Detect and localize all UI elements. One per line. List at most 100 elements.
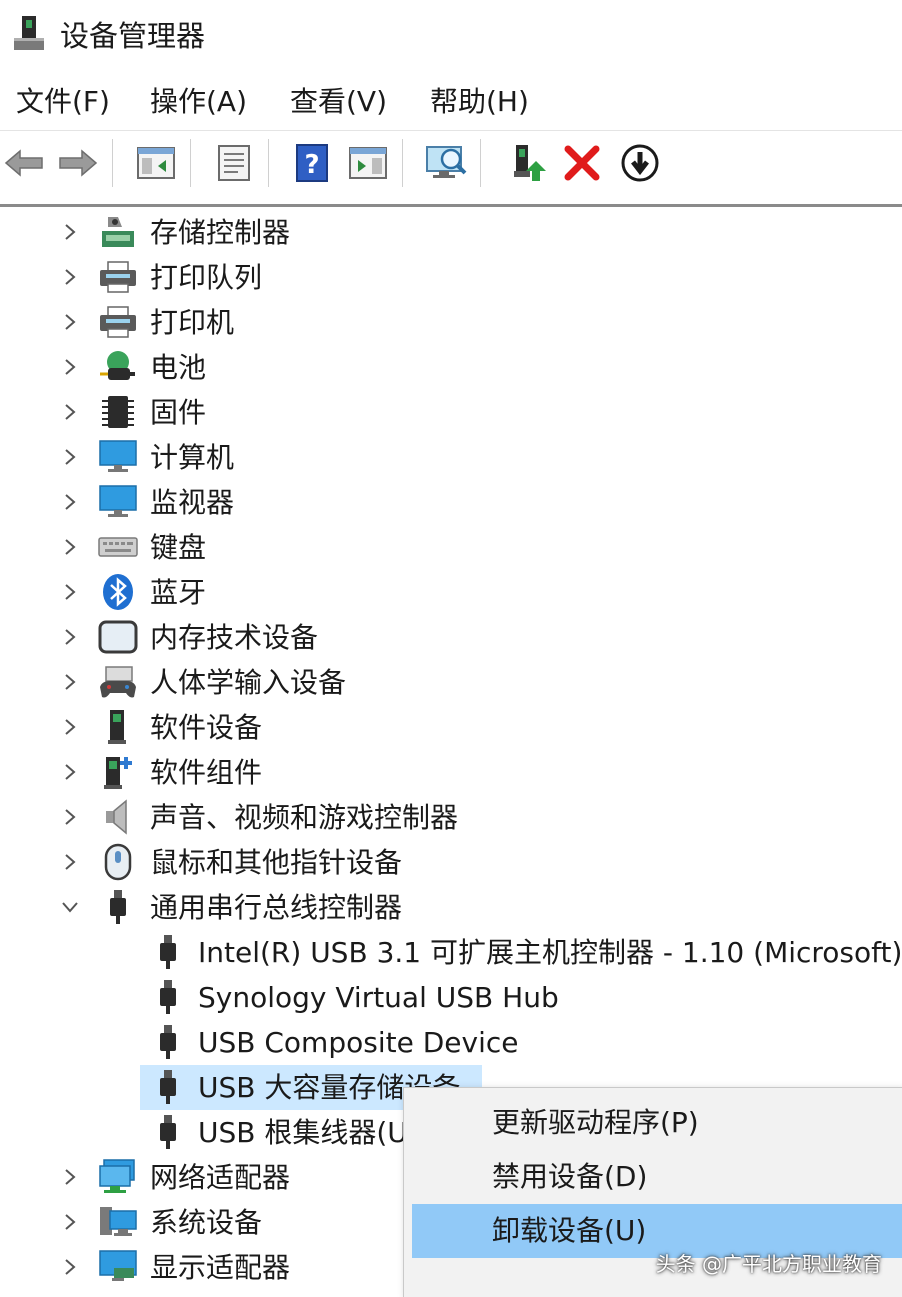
network-adapter-icon — [99, 1159, 135, 1193]
chevron-right-icon[interactable] — [58, 848, 82, 876]
scan-hardware-icon — [426, 146, 467, 178]
update-driver-icon — [514, 145, 546, 181]
toolbar-separator — [402, 139, 403, 187]
chevron-right-icon[interactable] — [58, 308, 82, 336]
tree-item-software-components[interactable]: 软件组件 — [0, 750, 902, 795]
update-driver-button[interactable] — [506, 141, 550, 185]
chevron-right-icon[interactable] — [58, 443, 82, 471]
tree-item-label: 软件设备 — [150, 711, 263, 744]
usb-plug-icon — [160, 980, 176, 1014]
chevron-right-icon[interactable] — [58, 578, 82, 606]
tree-item-label: 声音、视频和游戏控制器 — [150, 801, 459, 834]
show-hide-tree-button[interactable] — [134, 141, 178, 185]
computer-icon — [99, 440, 137, 472]
tree-item-human-interface-devices[interactable]: 人体学输入设备 — [0, 660, 902, 705]
tree-item-printers[interactable]: 打印机 — [0, 300, 902, 345]
chevron-right-icon[interactable] — [58, 488, 82, 516]
software-device-icon — [108, 710, 126, 744]
tree-item-label: 存储控制器 — [150, 216, 291, 249]
scan-hardware-button[interactable] — [424, 141, 468, 185]
chevron-right-icon[interactable] — [58, 803, 82, 831]
printer-icon — [100, 306, 136, 338]
tree-item-bluetooth[interactable]: 蓝牙 — [0, 570, 902, 615]
keyboard-icon — [98, 537, 138, 557]
tree-item-label: 电池 — [150, 351, 207, 384]
speaker-icon — [106, 799, 127, 835]
bluetooth-icon — [103, 574, 133, 610]
chevron-right-icon[interactable] — [58, 1208, 82, 1236]
tree-item-label: 计算机 — [150, 441, 235, 474]
tree-item-sound-video-game-controllers[interactable]: 声音、视频和游戏控制器 — [0, 795, 902, 840]
chevron-right-icon[interactable] — [58, 1163, 82, 1191]
tree-item-usb-controllers[interactable]: 通用串行总线控制器 — [0, 885, 902, 930]
tree-item-label: 网络适配器 — [150, 1161, 291, 1194]
chevron-right-icon[interactable] — [58, 713, 82, 741]
chevron-right-icon[interactable] — [58, 263, 82, 291]
context-menu-label: 更新驱动程序(P) — [492, 1106, 699, 1139]
chevron-right-icon[interactable] — [58, 758, 82, 786]
uninstall-device-button[interactable] — [560, 141, 604, 185]
usb-plug-icon — [110, 890, 126, 924]
tree-item-label: 内存技术设备 — [150, 621, 319, 654]
tree-item-firmware[interactable]: 固件 — [0, 390, 902, 435]
tree-item-storage-controllers[interactable]: 存储控制器 — [0, 210, 902, 255]
tree-item-label: 鼠标和其他指针设备 — [150, 846, 403, 879]
toolbar-separator — [112, 139, 113, 187]
tree-item-label: USB Composite Device — [198, 1026, 519, 1059]
device-manager-app-icon — [14, 16, 44, 50]
chevron-right-icon[interactable] — [58, 533, 82, 561]
back-button[interactable] — [2, 141, 46, 185]
tree-item-usb-composite-device[interactable]: USB Composite Device — [0, 1020, 902, 1065]
tree-item-label: 固件 — [150, 396, 207, 429]
tree-item-batteries[interactable]: 电池 — [0, 345, 902, 390]
help-icon: ? — [296, 144, 328, 182]
chevron-right-icon[interactable] — [58, 668, 82, 696]
usb-plug-icon — [160, 935, 176, 969]
tree-item-mice-pointing-devices[interactable]: 鼠标和其他指针设备 — [0, 840, 902, 885]
window-title: 设备管理器 — [60, 19, 206, 53]
menu-help[interactable]: 帮助(H) — [430, 80, 529, 124]
tree-item-label: 键盘 — [150, 531, 207, 564]
menu-action[interactable]: 操作(A) — [150, 80, 247, 124]
hid-gamepad-icon — [100, 666, 136, 698]
menu-view[interactable]: 查看(V) — [290, 80, 387, 124]
menu-file[interactable]: 文件(F) — [16, 80, 110, 124]
forward-button[interactable] — [56, 141, 100, 185]
chevron-right-icon[interactable] — [58, 398, 82, 426]
tree-item-label: 通用串行总线控制器 — [150, 891, 403, 924]
chevron-right-icon[interactable] — [58, 623, 82, 651]
show-action-pane-icon — [349, 147, 387, 179]
chevron-right-icon[interactable] — [58, 353, 82, 381]
tree-item-memory-technology-devices[interactable]: 内存技术设备 — [0, 615, 902, 660]
watermark-text: 头条 @广平北方职业教育 — [655, 1252, 882, 1276]
software-component-icon — [104, 757, 132, 789]
printer-queue-icon — [100, 261, 136, 293]
tree-item-computer[interactable]: 计算机 — [0, 435, 902, 480]
show-action-pane-button[interactable] — [346, 141, 390, 185]
tree-item-keyboards[interactable]: 键盘 — [0, 525, 902, 570]
tree-item-software-devices[interactable]: 软件设备 — [0, 705, 902, 750]
tree-item-label: 人体学输入设备 — [150, 666, 347, 699]
forward-arrow-icon — [59, 149, 98, 177]
properties-button[interactable] — [212, 141, 256, 185]
tree-item-label: 监视器 — [150, 486, 235, 519]
toolbar-separator — [268, 139, 269, 187]
tree-item-label: USB 根集线器(U — [198, 1116, 408, 1149]
tree-item-monitors[interactable]: 监视器 — [0, 480, 902, 525]
tree-item-print-queues[interactable]: 打印队列 — [0, 255, 902, 300]
tree-item-label: 打印机 — [150, 306, 235, 339]
tree-item-intel-usb-host-controller[interactable]: Intel(R) USB 3.1 可扩展主机控制器 - 1.10 (Micros… — [0, 930, 902, 975]
toolbar-separator — [480, 139, 481, 187]
disable-device-button[interactable] — [618, 141, 662, 185]
uninstall-device-icon — [564, 145, 600, 181]
back-arrow-icon — [4, 149, 43, 177]
context-menu-update-driver[interactable]: 更新驱动程序(P) — [412, 1096, 902, 1150]
mouse-icon — [104, 843, 132, 881]
chevron-right-icon[interactable] — [58, 218, 82, 246]
help-button[interactable]: ? — [290, 141, 334, 185]
context-menu-disable-device[interactable]: 禁用设备(D) — [412, 1150, 902, 1204]
chevron-down-icon[interactable] — [58, 893, 82, 921]
toolbar: ? — [0, 130, 902, 193]
tree-item-synology-virtual-usb-hub[interactable]: Synology Virtual USB Hub — [0, 975, 902, 1020]
chevron-right-icon[interactable] — [58, 1253, 82, 1281]
